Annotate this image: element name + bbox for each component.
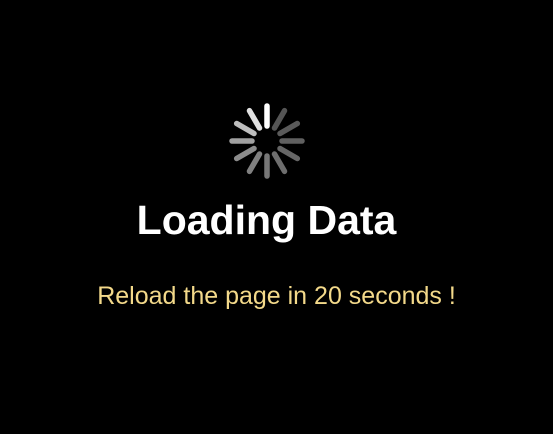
- spinner-spoke: [271, 107, 288, 131]
- reload-message: Reload the page in 20 seconds !: [97, 282, 456, 310]
- spinner-spoke: [246, 107, 263, 131]
- spinner-spoke: [277, 145, 301, 162]
- spinner-spoke: [271, 151, 288, 175]
- loading-title: Loading Data: [136, 197, 397, 243]
- loading-screen: Loading Data Reload the page in 20 secon…: [0, 0, 553, 434]
- spinner-spoke: [233, 145, 257, 162]
- spinner-icon: [229, 103, 305, 179]
- spinner-spoke: [277, 120, 301, 137]
- spinner-spoke: [246, 151, 263, 175]
- spinner-spoke: [233, 120, 257, 137]
